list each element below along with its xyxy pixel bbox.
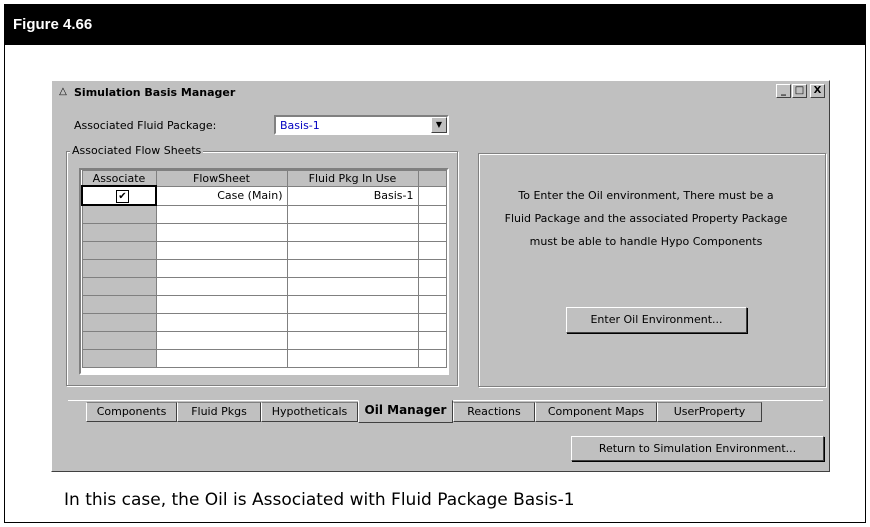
- fluid-pkg-cell[interactable]: Basis-1: [286, 185, 419, 206]
- table-row[interactable]: [81, 241, 447, 260]
- table-row[interactable]: ✔ Case (Main) Basis-1: [81, 185, 447, 206]
- enter-oil-environment-button[interactable]: Enter Oil Environment...: [566, 307, 747, 333]
- associate-cell[interactable]: ✔: [81, 185, 157, 206]
- flask-icon: △: [59, 86, 67, 97]
- title-bar[interactable]: △ Simulation Basis Manager _ □ X: [54, 83, 827, 101]
- close-button[interactable]: X: [810, 84, 825, 98]
- fluid-package-value: Basis-1: [280, 119, 320, 132]
- tab-hypotheticals[interactable]: Hypotheticals: [261, 402, 358, 422]
- simulation-basis-manager-window: △ Simulation Basis Manager _ □ X Associa…: [51, 80, 830, 472]
- column-header-blank: [417, 170, 447, 187]
- tab-components[interactable]: Components: [86, 402, 177, 422]
- table-row[interactable]: [81, 223, 447, 242]
- blank-cell[interactable]: [417, 185, 447, 206]
- tab-reactions[interactable]: Reactions: [453, 402, 535, 422]
- return-to-simulation-button[interactable]: Return to Simulation Environment...: [571, 436, 824, 461]
- flowsheets-group-label: Associated Flow Sheets: [70, 144, 204, 157]
- tab-component-maps[interactable]: Component Maps: [535, 402, 657, 422]
- table-row[interactable]: [81, 313, 447, 332]
- figure-title: Figure 4.66: [5, 5, 865, 45]
- column-header-fluid-pkg: Fluid Pkg In Use: [286, 170, 419, 187]
- fluid-package-label: Associated Fluid Package:: [74, 119, 217, 132]
- fluid-package-select[interactable]: Basis-1 ▼: [274, 115, 449, 135]
- flowsheet-cell[interactable]: Case (Main): [155, 185, 288, 206]
- tab-oil-manager[interactable]: Oil Manager: [358, 400, 453, 423]
- tab-userproperty[interactable]: UserProperty: [657, 402, 762, 422]
- chevron-down-icon[interactable]: ▼: [431, 117, 447, 133]
- table-row[interactable]: [81, 277, 447, 296]
- check-icon[interactable]: ✔: [116, 189, 129, 203]
- oil-info-message: To Enter the Oil environment, There must…: [478, 184, 814, 253]
- flowsheets-grid[interactable]: Associate FlowSheet Fluid Pkg In Use ✔ C…: [79, 168, 449, 375]
- table-row[interactable]: [81, 259, 447, 278]
- figure-caption: In this case, the Oil is Associated with…: [64, 490, 575, 510]
- oil-info-line: To Enter the Oil environment, There must…: [518, 189, 774, 202]
- column-header-flowsheet: FlowSheet: [155, 170, 288, 187]
- table-row[interactable]: [81, 295, 447, 314]
- column-header-associate: Associate: [81, 170, 157, 187]
- grid-header-row: Associate FlowSheet Fluid Pkg In Use: [81, 170, 447, 187]
- tab-fluid-pkgs[interactable]: Fluid Pkgs: [177, 402, 261, 422]
- table-row[interactable]: [81, 204, 447, 224]
- oil-info-line: Fluid Package and the associated Propert…: [504, 212, 788, 225]
- window-title: Simulation Basis Manager: [74, 85, 236, 99]
- table-row[interactable]: [81, 331, 447, 350]
- maximize-button[interactable]: □: [792, 84, 807, 98]
- oil-info-line: must be able to handle Hypo Components: [529, 235, 763, 248]
- minimize-button[interactable]: _: [776, 84, 791, 98]
- table-row[interactable]: [81, 349, 447, 368]
